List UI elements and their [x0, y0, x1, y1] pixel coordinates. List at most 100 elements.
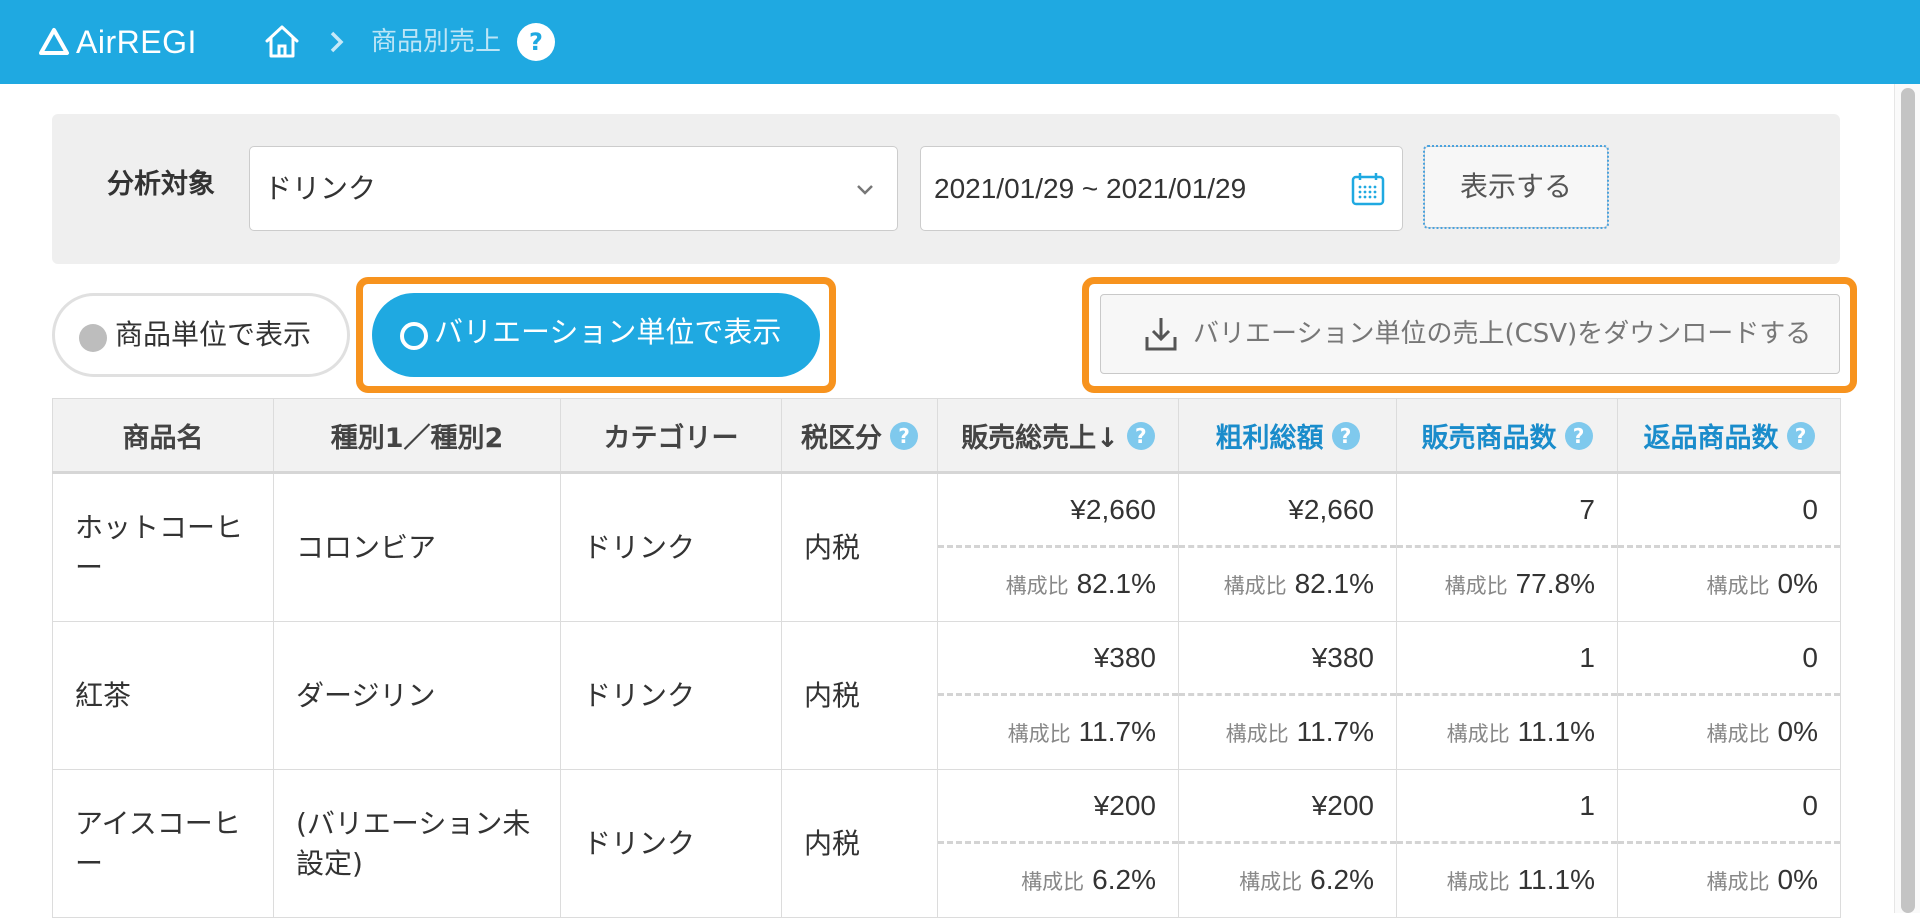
column-header-label: 販売商品数	[1421, 422, 1557, 454]
column-header-gross-profit[interactable]: 粗利総額?	[1178, 398, 1397, 474]
ratio-label: 構成比	[1223, 574, 1287, 598]
cell-gross-profit: ¥2,660 構成比 82.1%	[1178, 472, 1397, 622]
ratio-value: 11.1%	[1517, 716, 1595, 747]
ratio-value: 11.7%	[1078, 716, 1156, 747]
cell-tax: 内税	[781, 472, 938, 622]
column-header-tax: 税区分?	[781, 398, 938, 474]
cell-returned-qty: 0 構成比 0%	[1617, 472, 1841, 622]
cell-total-sales: ¥2,660 構成比 82.1%	[937, 472, 1179, 622]
ratio-value: 0%	[1777, 864, 1818, 895]
chevron-right-icon	[330, 31, 344, 53]
show-button[interactable]: 表示する	[1423, 145, 1609, 229]
help-icon[interactable]: ?	[1331, 421, 1360, 450]
cell-returned-qty: 0 構成比 0%	[1617, 621, 1841, 770]
value: 0	[1618, 474, 1840, 548]
column-header-total-sales[interactable]: 販売総売上↓?	[937, 398, 1179, 474]
help-icon[interactable]: ?	[890, 421, 918, 450]
cell-gross-profit: ¥200 構成比 6.2%	[1178, 769, 1397, 918]
column-header-label: 種別1／種別2	[330, 422, 504, 454]
cell-category: ドリンク	[560, 472, 782, 622]
date-range-value: 2021/01/29 ~ 2021/01/29	[934, 173, 1247, 204]
cell-variation: (バリエーション未設定)	[273, 769, 561, 918]
column-header-sold-qty[interactable]: 販売商品数?	[1396, 398, 1618, 474]
help-icon[interactable]: ?	[1786, 421, 1815, 450]
ratio: 構成比 11.7%	[1179, 696, 1396, 769]
table-row: 紅茶 ダージリン ドリンク 内税 ¥380 構成比 11.7% ¥380 構成比 1…	[52, 621, 1841, 770]
ratio: 構成比 0%	[1618, 548, 1840, 621]
date-range-input[interactable]: 2021/01/29 ~ 2021/01/29	[920, 146, 1403, 231]
ratio-label: 構成比	[1007, 722, 1071, 746]
ratio-value: 82.1%	[1076, 568, 1156, 599]
table-row: アイスコーヒー (バリエーション未設定) ドリンク 内税 ¥200 構成比 6.2…	[52, 769, 1841, 918]
radio-selected-icon	[400, 322, 428, 350]
column-header-category: カテゴリー	[560, 398, 782, 474]
ratio-value: 82.1%	[1294, 568, 1374, 599]
column-header-label: 販売総売上↓	[961, 422, 1119, 454]
vertical-scrollbar[interactable]	[1894, 84, 1920, 913]
app-header: AirREGI 商品別売上 ?	[0, 0, 1920, 84]
value: ¥200	[938, 770, 1178, 844]
breadcrumb-current: 商品別売上	[371, 27, 502, 57]
value: ¥380	[1179, 622, 1396, 696]
value: ¥2,660	[1179, 474, 1396, 548]
ratio: 構成比 82.1%	[938, 548, 1178, 621]
ratio: 構成比 77.8%	[1397, 548, 1617, 621]
value: 0	[1618, 770, 1840, 844]
ratio-value: 6.2%	[1092, 864, 1156, 895]
airregi-logo[interactable]: AirREGI	[38, 22, 197, 62]
sales-table: 商品名 種別1／種別2 カテゴリー 税区分? 販売総売上↓? 粗利総額? 販売商…	[52, 398, 1841, 918]
cell-variation: コロンビア	[273, 472, 561, 622]
column-header-label: 税区分	[801, 422, 882, 454]
ratio-label: 構成比	[1706, 574, 1770, 598]
ratio: 構成比 0%	[1618, 696, 1840, 769]
download-icon	[1145, 318, 1177, 351]
toggle-variation-unit[interactable]: バリエーション単位で表示	[372, 293, 820, 377]
column-header-label: 粗利総額	[1215, 422, 1324, 454]
ratio: 構成比 11.1%	[1397, 844, 1617, 917]
column-header-label: カテゴリー	[603, 422, 739, 454]
value: ¥200	[1179, 770, 1396, 844]
radio-unselected-icon	[79, 324, 107, 352]
column-header-product-name: 商品名	[52, 398, 274, 474]
select-value: ドリンク	[264, 172, 377, 205]
column-header-label: 返品商品数	[1643, 422, 1779, 454]
ratio-label: 構成比	[1239, 870, 1303, 894]
scrollbar-thumb[interactable]	[1901, 88, 1915, 913]
ratio-value: 11.7%	[1296, 716, 1374, 747]
column-header-returned-qty[interactable]: 返品商品数?	[1617, 398, 1841, 474]
download-csv-label: バリエーション単位の売上(CSV)をダウンロードする	[1193, 319, 1812, 349]
toggle-product-unit[interactable]: 商品単位で表示	[52, 293, 350, 377]
cell-category: ドリンク	[560, 769, 782, 918]
ratio-label: 構成比	[1021, 870, 1085, 894]
home-icon[interactable]	[262, 22, 302, 60]
cell-sold-qty: 1 構成比 11.1%	[1396, 621, 1618, 770]
ratio: 構成比 0%	[1618, 844, 1840, 917]
help-icon[interactable]: ?	[1564, 421, 1593, 450]
cell-total-sales: ¥200 構成比 6.2%	[937, 769, 1179, 918]
ratio-label: 構成比	[1446, 870, 1510, 894]
toggle-variation-unit-label: バリエーション単位で表示	[434, 315, 782, 349]
ratio: 構成比 6.2%	[938, 844, 1178, 917]
table-header-row: 商品名 種別1／種別2 カテゴリー 税区分? 販売総売上↓? 粗利総額? 販売商…	[52, 398, 1841, 474]
cell-tax: 内税	[781, 769, 938, 918]
cell-product-name: 紅茶	[52, 621, 274, 770]
help-icon[interactable]: ?	[517, 23, 555, 61]
ratio-label: 構成比	[1706, 722, 1770, 746]
help-icon[interactable]: ?	[1126, 421, 1155, 450]
cell-returned-qty: 0 構成比 0%	[1617, 769, 1841, 918]
logo-text: AirREGI	[76, 23, 197, 60]
column-header-label: 商品名	[122, 422, 204, 454]
analysis-target-select[interactable]: ドリンク	[249, 146, 898, 231]
ratio-value: 6.2%	[1310, 864, 1374, 895]
ratio-value: 0%	[1777, 716, 1818, 747]
cell-sold-qty: 1 構成比 11.1%	[1396, 769, 1618, 918]
download-csv-button[interactable]: バリエーション単位の売上(CSV)をダウンロードする	[1100, 294, 1840, 374]
ratio-label: 構成比	[1706, 870, 1770, 894]
cell-variation: ダージリン	[273, 621, 561, 770]
ratio-value: 11.1%	[1517, 864, 1595, 895]
ratio-label: 構成比	[1446, 722, 1510, 746]
calendar-icon[interactable]	[1350, 171, 1386, 207]
logo-triangle-icon	[39, 28, 69, 55]
cell-sold-qty: 7 構成比 77.8%	[1396, 472, 1618, 622]
value: 1	[1397, 622, 1617, 696]
